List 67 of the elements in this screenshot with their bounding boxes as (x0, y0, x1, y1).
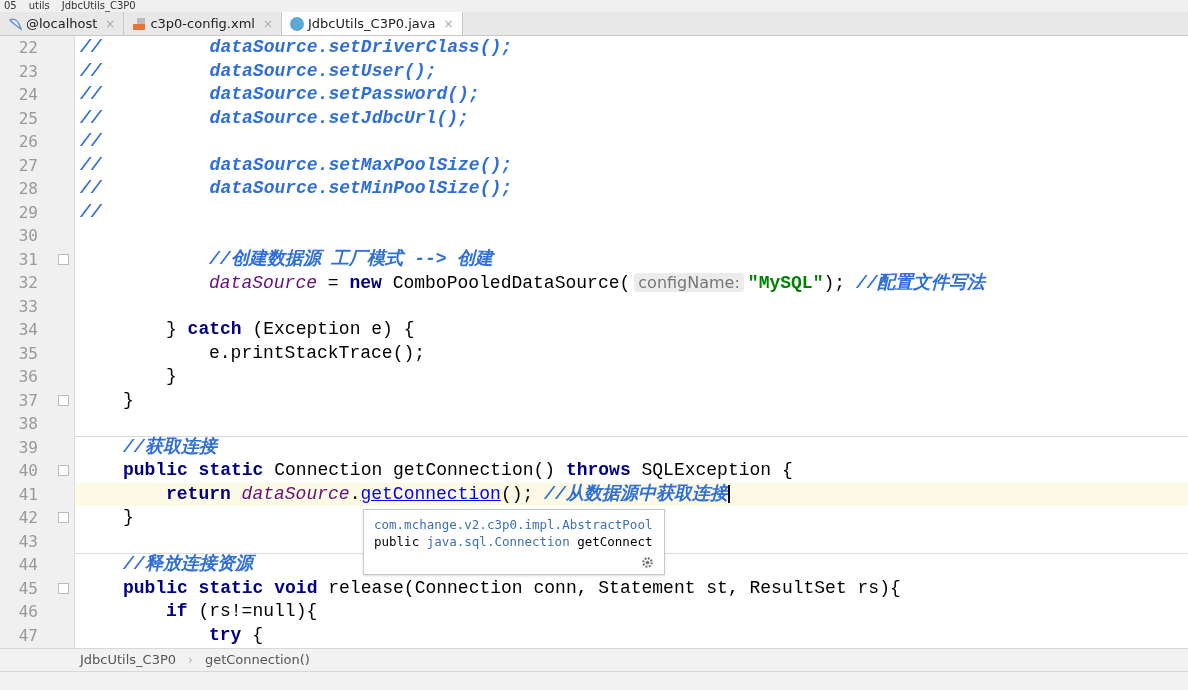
line-number: 27 (17, 154, 39, 177)
line-number: 33 (17, 295, 39, 318)
code-line: public static Connection getConnection() throws SQLException { (123, 459, 793, 482)
line-number: 35 (17, 342, 39, 365)
code-line: // dataSource.setDriverClass(); (80, 36, 513, 59)
code-line: // (80, 200, 102, 224)
line-number: 42 (17, 507, 39, 529)
fold-icon[interactable] (58, 394, 69, 406)
package-name: com.mchange.v2.c3p0.impl.AbstractPool (374, 516, 654, 533)
code-line: // dataSource.setJdbcUrl(); (80, 106, 469, 130)
code-line: //创建数据源 工厂模式 --> 创建 (209, 247, 494, 271)
code-line: // dataSource.setPassword(); (80, 83, 480, 106)
method-signature: public java.sql.Connection getConnect (374, 533, 654, 550)
nav-path-item[interactable]: utils (28, 0, 50, 12)
line-number: 41 (17, 483, 39, 506)
dolphin-icon (8, 16, 22, 31)
line-number: 46 (17, 601, 39, 623)
line-number: 30 (17, 225, 39, 247)
code-line: return dataSource.getConnection(); //从数据源中获取连接 (166, 482, 728, 506)
code-line: public static void release(Connection conn, Statement st, ResultSet rs){ (123, 576, 901, 600)
line-number: 43 (17, 530, 39, 553)
code-line: if (rs!=null){ (166, 600, 318, 623)
code-line: // dataSource.setMaxPoolSize(); (80, 153, 513, 177)
code-line: } (166, 365, 177, 388)
line-number: 40 (17, 460, 39, 482)
chevron-icon: › (188, 651, 193, 669)
line-number: 24 (17, 84, 39, 106)
editor-tab[interactable]: JdbcUtils_C3P0.java × (282, 12, 463, 35)
fold-icon[interactable] (58, 253, 69, 265)
line-number: 44 (17, 554, 39, 576)
line-number: 45 (17, 577, 39, 600)
line-number: 25 (17, 107, 39, 130)
line-number: 47 (17, 624, 39, 647)
line-number: 28 (17, 178, 39, 200)
code-line: //获取连接 (123, 435, 217, 459)
text-caret (727, 485, 730, 504)
line-number: 29 (17, 201, 39, 224)
nav-path-item[interactable]: 05 (4, 0, 17, 12)
breadcrumb-item[interactable]: getConnection() (204, 650, 310, 670)
code-line: } (123, 388, 134, 412)
line-number: 36 (17, 366, 39, 388)
nav-path-item[interactable]: JdbcUtils_C3P0 (61, 0, 136, 12)
line-number: 32 (17, 272, 39, 294)
code-line: dataSource = new ComboPooledDataSource( configName: "MySQL"); //配置文件写法 (209, 271, 986, 295)
code-line: e.printStackTrace(); (209, 341, 426, 365)
settings-icon[interactable] (641, 556, 654, 569)
fold-icon[interactable] (58, 582, 69, 594)
code-line: // dataSource.setUser(); (80, 59, 437, 83)
line-number: 31 (17, 248, 39, 271)
code-line: // (80, 130, 102, 153)
line-number: 34 (17, 319, 39, 341)
line-number: 37 (17, 389, 39, 412)
fold-icon[interactable] (58, 512, 69, 524)
code-line: } catch (Exception e) { (166, 318, 415, 341)
code-line: // dataSource.setMinPoolSize(); (80, 177, 513, 200)
line-number: 39 (17, 436, 39, 459)
line-number: 26 (17, 131, 39, 153)
parameter-hint: configName: (634, 273, 744, 292)
xml-file-icon (132, 16, 147, 31)
line-number: 22 (17, 37, 39, 59)
code-line: try { (209, 623, 263, 647)
line-number: 38 (17, 413, 39, 435)
breadcrumb-item[interactable]: JdbcUtils_C3P0 (80, 650, 177, 670)
line-number: 23 (17, 60, 39, 83)
fold-icon[interactable] (58, 465, 69, 477)
code-line: } (123, 506, 134, 529)
class-icon (290, 16, 304, 31)
